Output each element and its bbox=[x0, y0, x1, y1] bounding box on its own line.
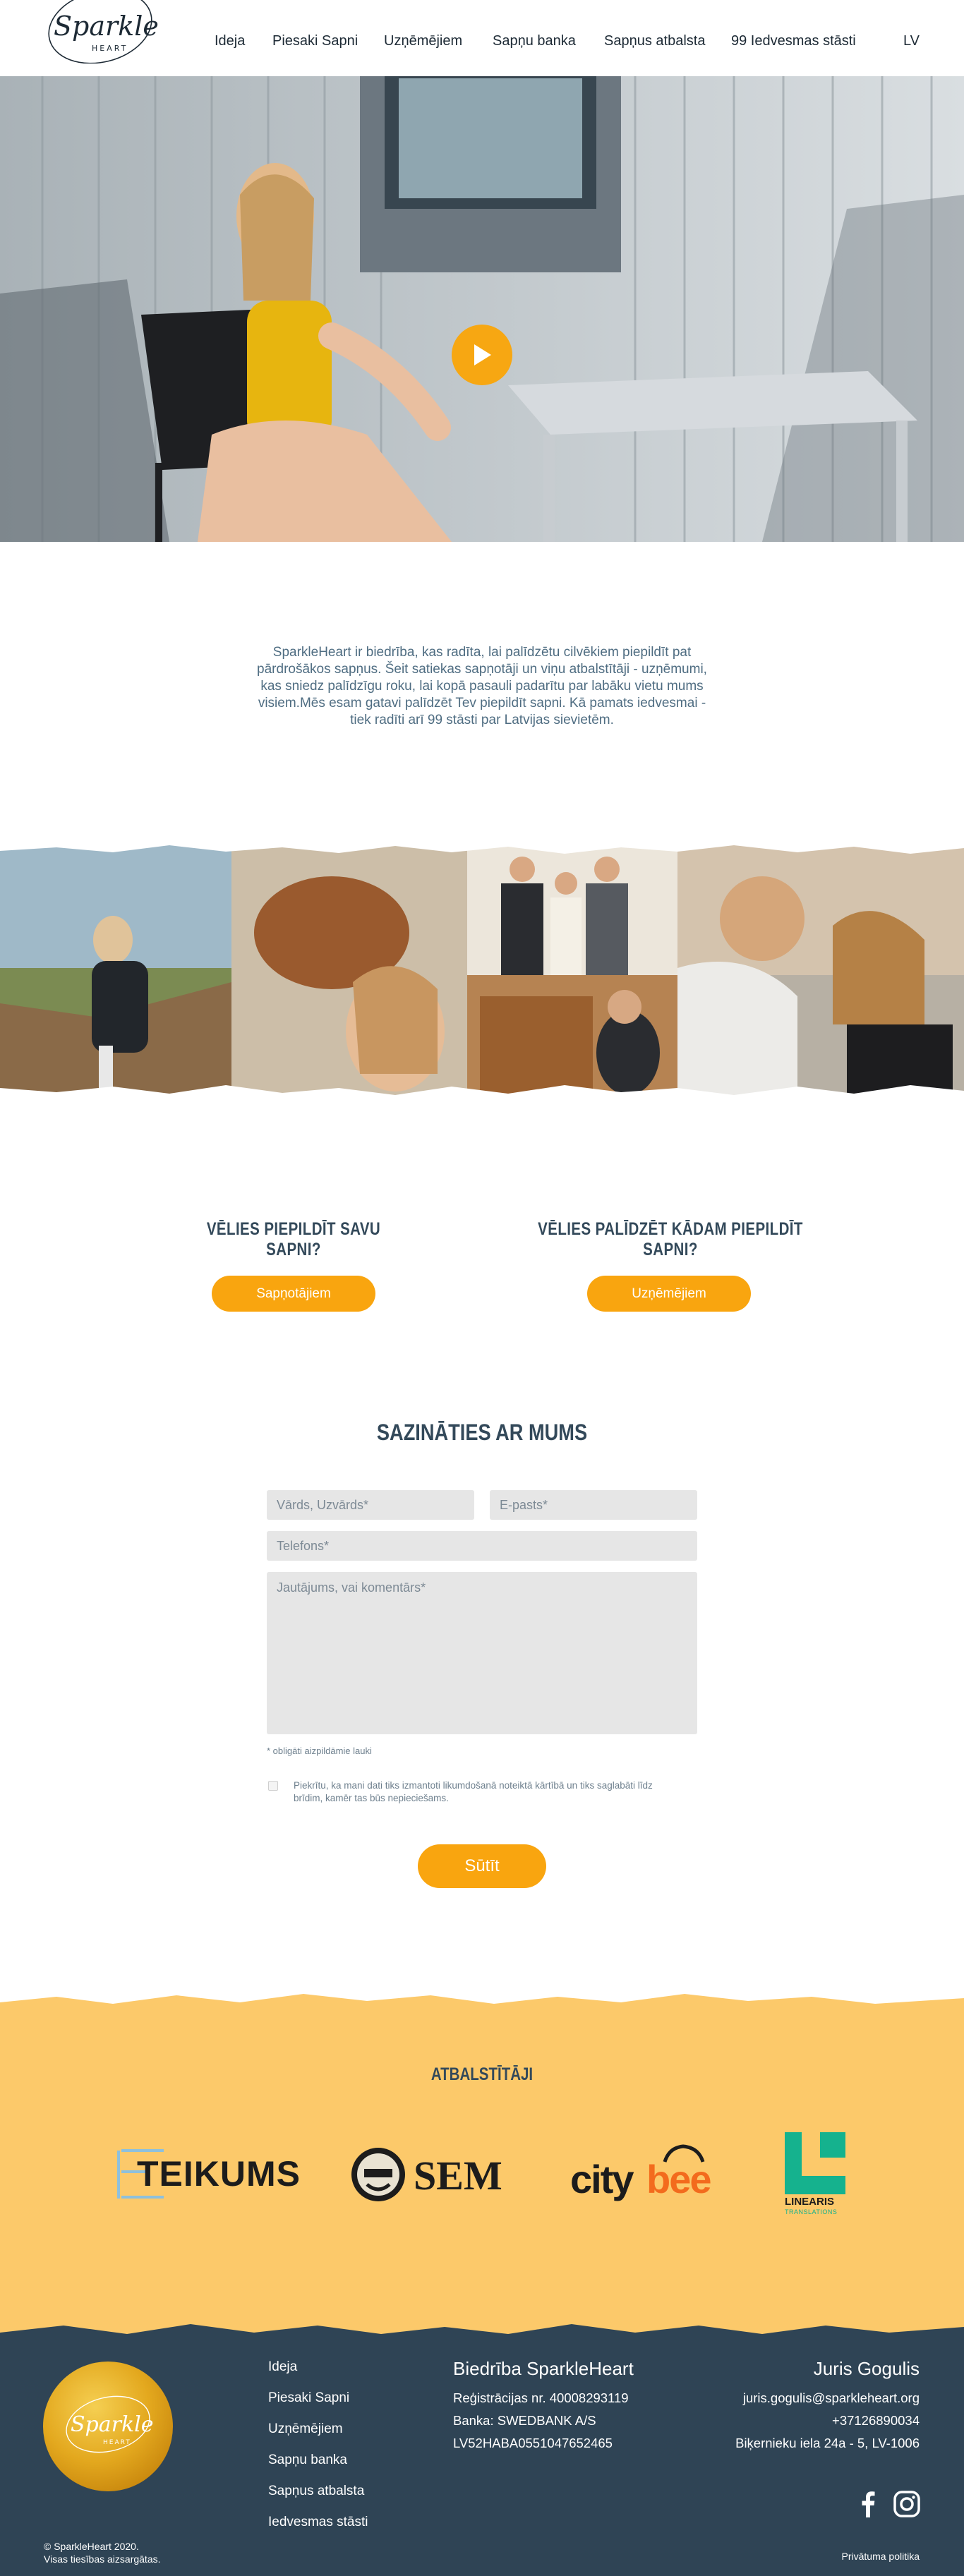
sponsor-teikums[interactable]: TEIKUMS bbox=[117, 2149, 300, 2199]
citybee-name-city: city bbox=[570, 2157, 634, 2201]
companies-button[interactable]: Uzņēmējiem bbox=[587, 1276, 751, 1312]
header-torn-edge bbox=[0, 64, 964, 75]
nav-piesaki-sapni[interactable]: Piesaki Sapni bbox=[272, 33, 358, 49]
facebook-icon[interactable] bbox=[861, 2491, 875, 2517]
privacy-policy-link[interactable]: Privātuma politika bbox=[842, 2550, 920, 2563]
required-note: * obligāti aizpildāmie lauki bbox=[267, 1746, 372, 1756]
hero-video[interactable] bbox=[0, 68, 964, 542]
footer-nav-sapnus-atbalsta[interactable]: Sapņus atbalsta bbox=[268, 2484, 364, 2499]
org-bank: Banka: SWEDBANK A/S bbox=[453, 2413, 596, 2428]
consent-text: Piekrītu, ka mani dati tiks izmantoti li… bbox=[294, 1780, 653, 1803]
linearis-name: LINEARIS bbox=[785, 2196, 835, 2208]
badge-text: Sparkle bbox=[71, 2412, 154, 2437]
footer-nav-uznemejiem[interactable]: Uzņēmējiem bbox=[268, 2421, 343, 2437]
nav-ideja[interactable]: Ideja bbox=[215, 33, 245, 49]
photo-collage bbox=[0, 841, 964, 1102]
sem-logo-icon bbox=[351, 2148, 405, 2201]
submit-button[interactable]: Sūtīt bbox=[418, 1844, 546, 1888]
dreamers-button[interactable]: Sapņotājiem bbox=[212, 1276, 375, 1312]
consent-checkbox[interactable] bbox=[268, 1781, 278, 1791]
logo-subtext: HEART bbox=[92, 44, 128, 53]
nav-uznemejiem[interactable]: Uzņēmējiem bbox=[384, 33, 462, 49]
contact-person-name: Juris Gogulis bbox=[813, 2358, 920, 2379]
nav-iedvesmas-stasti[interactable]: 99 Iedvesmas stāsti bbox=[731, 33, 856, 49]
logo-text: Sparkle bbox=[54, 11, 159, 42]
sponsors-title: ATBALSTĪTĀJI bbox=[430, 2064, 534, 2084]
name-field[interactable]: Vārds, Uzvārds* bbox=[267, 1490, 474, 1520]
contact-phone[interactable]: +37126890034 bbox=[832, 2413, 920, 2429]
contact-address: Biķernieku iela 24a - 5, LV-1006 bbox=[735, 2436, 920, 2450]
hero-image bbox=[0, 68, 964, 542]
photo-strip bbox=[0, 841, 964, 1102]
play-button[interactable] bbox=[452, 325, 512, 385]
sponsor-citybee[interactable]: city bee bbox=[570, 2143, 711, 2204]
sponsor-linearis[interactable]: LINEARIS TRANSLATIONS bbox=[783, 2131, 854, 2220]
teikums-name: TEIKUMS bbox=[137, 2154, 301, 2194]
badge-subtext: HEART bbox=[103, 2439, 131, 2446]
page: Sparkle HEART Ideja Piesaki Sapni Uzņēmē… bbox=[0, 0, 964, 2576]
footer-nav-iedvesmas-stasti[interactable]: Iedvesmas stāsti bbox=[268, 2515, 368, 2530]
cta-companies-title: VĒLIES PALĪDZĒT KĀDAM PIEPILDĪT SAPNI? bbox=[538, 1219, 803, 1259]
org-title: Biedrība SparkleHeart bbox=[453, 2358, 634, 2379]
cta-dreamers-title: VĒLIES PIEPILDĪT SAVU SAPNI? bbox=[206, 1219, 381, 1259]
contact-title: SAZINĀTIES AR MUMS bbox=[376, 1420, 588, 1445]
nav-sapnu-banka[interactable]: Sapņu banka bbox=[493, 33, 576, 49]
sparkleheart-logo[interactable]: Sparkle HEART bbox=[41, 0, 159, 72]
linearis-sub: TRANSLATIONS bbox=[785, 2208, 838, 2215]
footer-nav-sapnu-banka[interactable]: Sapņu banka bbox=[268, 2453, 347, 2468]
email-field[interactable]: E-pasts* bbox=[490, 1490, 697, 1520]
nav-sapnus-atbalsta[interactable]: Sapņus atbalsta bbox=[604, 33, 705, 49]
sem-name: SEM bbox=[414, 2153, 502, 2199]
footer-nav-piesaki-sapni[interactable]: Piesaki Sapni bbox=[268, 2390, 349, 2406]
citybee-name-bee: bee bbox=[646, 2157, 711, 2201]
sponsor-sem[interactable]: SEM bbox=[350, 2145, 505, 2204]
play-icon bbox=[474, 344, 491, 365]
org-iban: LV52HABA0551047652465 bbox=[453, 2436, 613, 2450]
footer-nav-ideja[interactable]: Ideja bbox=[268, 2359, 297, 2375]
org-registration: Reģistrācijas nr. 40008293119 bbox=[453, 2390, 629, 2405]
copyright-line-2: Visas tiesības aizsargātas. bbox=[44, 2553, 161, 2565]
footer-logo-badge[interactable]: Sparkle HEART bbox=[42, 2361, 174, 2492]
phone-field[interactable]: Telefons* bbox=[267, 1531, 697, 1561]
intro-text: SparkleHeart ir biedrība, kas radīta, la… bbox=[257, 645, 707, 727]
copyright-line-1: © SparkleHeart 2020. bbox=[44, 2541, 139, 2552]
language-switch[interactable]: LV bbox=[903, 33, 920, 49]
contact-email[interactable]: juris.gogulis@sparkleheart.org bbox=[743, 2390, 920, 2406]
instagram-icon[interactable] bbox=[893, 2491, 920, 2517]
linearis-logo-mark bbox=[785, 2132, 845, 2194]
message-field[interactable]: Jautājums, vai komentārs* bbox=[267, 1572, 697, 1734]
